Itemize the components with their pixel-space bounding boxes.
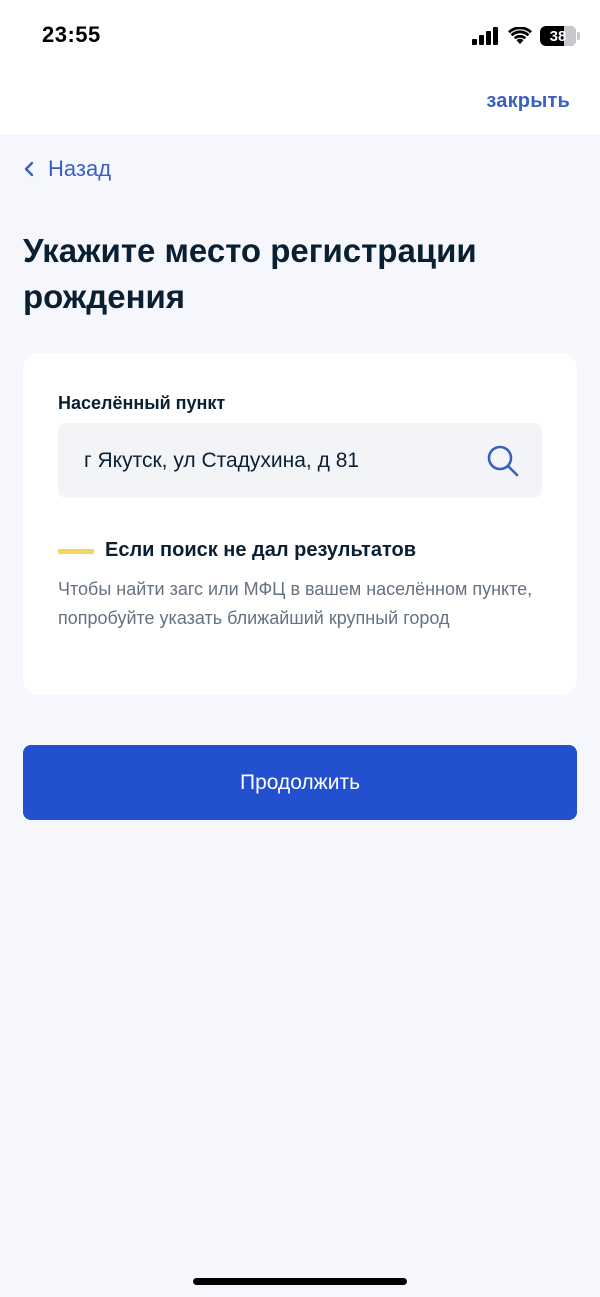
search-icon[interactable] bbox=[486, 444, 520, 478]
status-bar: 23:55 38 bbox=[0, 0, 600, 72]
status-icons: 38 bbox=[472, 24, 580, 48]
locality-label: Населённый пункт bbox=[58, 393, 226, 413]
page-title: Укажите место регистрации рождения bbox=[23, 232, 477, 315]
hint-text: Чтобы найти загс или МФЦ в вашем населён… bbox=[58, 579, 533, 628]
locality-search-input[interactable]: г Якутск, ул Стадухина, д 81 bbox=[58, 423, 542, 498]
back-link[interactable]: Назад bbox=[24, 156, 111, 182]
top-bar: закрыть bbox=[0, 72, 600, 134]
battery-icon: 38 bbox=[540, 26, 580, 46]
signal-icon bbox=[472, 27, 498, 45]
close-link[interactable]: закрыть bbox=[486, 90, 570, 113]
battery-percent: 38 bbox=[549, 27, 567, 45]
back-label: Назад bbox=[48, 156, 112, 181]
hint-title: Если поиск не дал результатов bbox=[105, 539, 416, 561]
chevron-left-icon bbox=[24, 161, 34, 177]
locality-value: г Якутск, ул Стадухина, д 81 bbox=[84, 449, 360, 472]
hint-marker bbox=[58, 549, 94, 554]
continue-button[interactable]: Продолжить bbox=[23, 745, 577, 820]
status-time: 23:55 bbox=[42, 22, 101, 47]
wifi-icon bbox=[508, 27, 532, 44]
home-indicator bbox=[193, 1278, 407, 1285]
locality-card: Населённый пункт г Якутск, ул Стадухина,… bbox=[23, 353, 577, 695]
